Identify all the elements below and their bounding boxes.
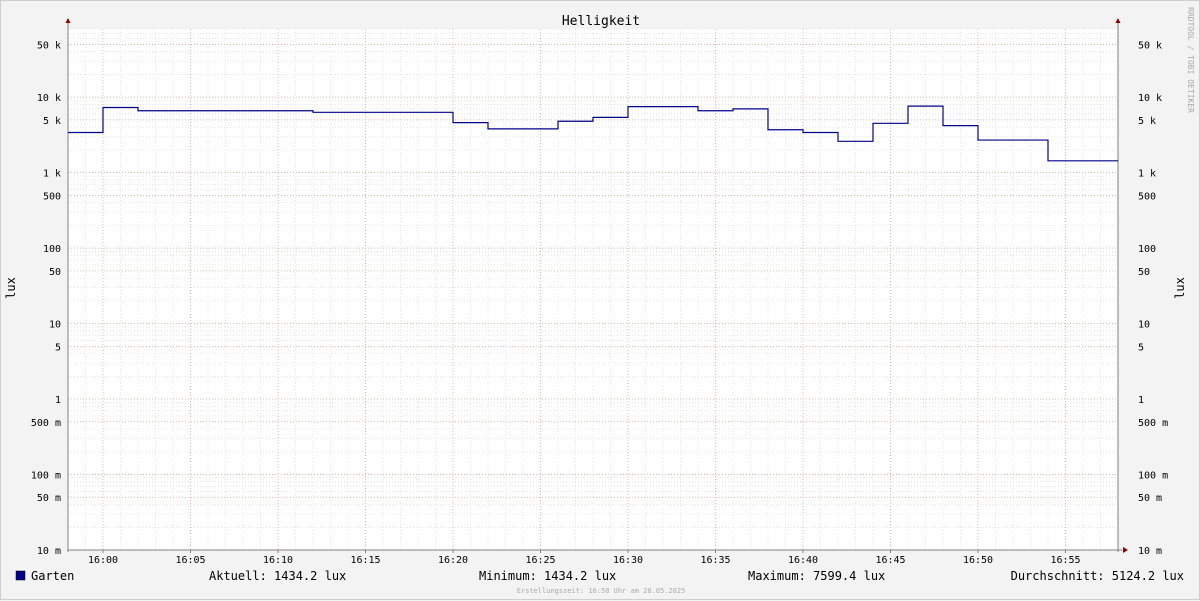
y-tick-label-left: 50 m [37,493,61,504]
x-tick-label: 16:45 [875,555,905,566]
y-tick-label-left: 500 m [31,418,61,429]
x-tick-label: 16:10 [263,555,293,566]
y-tick-label-left: 100 [43,244,61,255]
y-tick-labels-left: 50 k 10 k 5 k 1 k 500 100 50 10 5 1 500 m 100 m 50 m… [31,40,61,557]
y-tick-label-left: 500 [43,191,61,202]
legend-minimum: Minimum: 1434.2 lux [479,569,616,583]
x-tick-labels: 16:00 16:05 16:10 16:15 16:20 16:25 16:30 16:35… [88,555,1081,566]
y-tick-label-right: 50 k [1138,40,1162,51]
y-tick-label-left: 50 k [37,40,61,51]
chart-svg: 50 k 10 k 5 k 1 k 500 100 50 10 5 1 500 m 100 m 50 m… [4,7,1195,595]
y-tick-label-right: 50 m [1138,493,1162,504]
y-tick-label-right: 10 k [1138,93,1162,104]
y-tick-label-right: 10 m [1138,546,1162,557]
legend-swatch [15,570,26,581]
y-tick-label-left: 10 k [37,93,61,104]
legend-current: Aktuell: 1434.2 lux [209,569,346,583]
y-tick-label-left: 5 k [43,116,61,127]
y-axis-label-left: lux [4,277,18,299]
x-tick-label: 16:30 [613,555,643,566]
chart-title: Helligkeit [562,14,640,29]
y-tick-label-right: 100 [1138,244,1156,255]
legend-maximum: Maximum: 7599.4 lux [748,569,885,583]
y-tick-label-right: 50 [1138,267,1150,278]
legend-average: Durchschnitt: 5124.2 lux [1011,569,1184,583]
x-tick-label: 16:25 [525,555,555,566]
x-tick-label: 16:00 [88,555,118,566]
y-tick-label-left: 10 m [37,546,61,557]
x-axis-arrow [1123,547,1128,553]
y-tick-label-right: 5 [1138,342,1144,353]
y-tick-label-left: 1 k [43,169,61,180]
y-tick-label-right: 500 [1138,191,1156,202]
y-axis-label-right: lux [1173,277,1187,299]
x-tick-label: 16:35 [700,555,730,566]
y-tick-label-left: 1 [55,395,61,406]
x-tick-label: 16:05 [175,555,205,566]
y-tick-label-right: 100 m [1138,471,1168,482]
x-tick-label: 16:15 [350,555,380,566]
y-tick-label-right: 5 k [1138,116,1156,127]
y-tick-label-left: 5 [55,342,61,353]
x-tick-label: 16:20 [438,555,468,566]
y-tick-label-right: 1 [1138,395,1144,406]
y-axis-arrow-right [1115,18,1121,23]
y-tick-label-right: 1 k [1138,169,1156,180]
x-tick-label: 16:50 [963,555,993,566]
x-tick-label: 16:55 [1050,555,1080,566]
y-tick-label-left: 100 m [31,471,61,482]
x-tick-label: 16:40 [788,555,818,566]
watermark: RRDTOOL / TOBI OETIKER [1186,7,1195,113]
creation-time: Erstellungszeit: 16:58 Uhr am 28.05.2025 [517,587,686,595]
legend-series-label: Garten [31,569,74,583]
y-tick-label-left: 50 [49,267,61,278]
y-tick-label-right: 10 [1138,320,1150,331]
y-axis-arrow-left [65,18,71,23]
chart-frame: 50 k 10 k 5 k 1 k 500 100 50 10 5 1 500 m 100 m 50 m… [0,0,1200,600]
y-tick-label-left: 10 [49,320,61,331]
y-tick-label-right: 500 m [1138,418,1168,429]
y-tick-labels-right: 50 k 10 k 5 k 1 k 500 100 50 10 5 1 500 m 100 m 50 m… [1138,40,1168,557]
